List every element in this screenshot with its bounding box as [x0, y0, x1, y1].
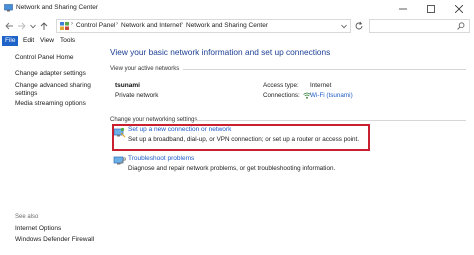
connections-link[interactable]: Wi-Fi (tsunami)	[310, 92, 353, 99]
access-type-label: Access type:	[263, 82, 299, 89]
see-also-heading: See also	[15, 214, 39, 220]
network-type[interactable]: Private network	[115, 92, 158, 99]
breadcrumb-separator: ›	[71, 21, 73, 27]
active-networks-label: View your active networks	[110, 66, 180, 72]
highlight-box	[112, 124, 370, 151]
sidebar-link-windows-defender-firewall[interactable]: Windows Defender Firewall	[15, 236, 94, 244]
back-button[interactable]	[4, 20, 15, 32]
search-icon	[457, 22, 465, 30]
menu-view[interactable]: View	[37, 36, 57, 46]
troubleshoot-description: Diagnose and repair network problems, or…	[128, 165, 336, 172]
troubleshoot-link[interactable]: Troubleshoot problems	[128, 155, 194, 162]
section-divider	[183, 69, 466, 70]
back-arrow-icon	[5, 22, 13, 30]
recent-locations-button[interactable]	[27, 20, 38, 32]
breadcrumb-separator: ›	[116, 21, 118, 27]
network-center-icon	[4, 4, 13, 12]
title-bar: Network and Sharing Center	[0, 0, 474, 17]
connections-label: Connections:	[263, 92, 300, 99]
minimize-button[interactable]	[389, 0, 417, 17]
menu-file[interactable]: File	[2, 36, 19, 46]
sidebar-link-advanced-sharing-settings[interactable]: settings	[15, 90, 37, 98]
menu-bar: File Edit View Tools	[0, 35, 474, 47]
menu-edit[interactable]: Edit	[20, 36, 37, 46]
chevron-down-icon	[29, 24, 36, 28]
search-input[interactable]	[369, 19, 470, 33]
breadcrumb-separator: ›	[181, 21, 183, 27]
network-name: tsunami	[115, 82, 140, 89]
control-panel-icon	[60, 22, 69, 30]
up-arrow-icon	[40, 21, 47, 30]
maximize-button[interactable]	[417, 0, 445, 17]
forward-button[interactable]	[16, 20, 27, 32]
forward-arrow-icon	[18, 22, 26, 30]
main-content: View your basic network information and …	[106, 47, 474, 255]
section-divider	[195, 120, 466, 121]
access-type-value: Internet	[310, 82, 332, 89]
close-icon	[455, 4, 463, 13]
address-bar: › Control Panel › Network and Internet ›…	[0, 17, 474, 35]
change-settings-label: Change your networking settings	[110, 117, 198, 123]
sidebar-link-change-adapter-settings[interactable]: Change adapter settings	[15, 70, 86, 78]
chevron-down-icon[interactable]	[341, 24, 347, 29]
page-title: View your basic network information and …	[110, 47, 331, 57]
minimize-icon	[399, 8, 407, 9]
sidebar: Control Panel Home Change adapter settin…	[0, 47, 106, 255]
troubleshoot-icon	[113, 156, 126, 165]
refresh-icon[interactable]	[354, 21, 364, 31]
up-button[interactable]	[38, 20, 49, 32]
address-field[interactable]: › Control Panel › Network and Internet ›…	[56, 19, 351, 33]
menu-tools[interactable]: Tools	[57, 36, 78, 46]
breadcrumb-network-internet[interactable]: Network and Internet	[121, 22, 181, 29]
sidebar-link-change-advanced-sharing[interactable]: Change advanced sharing	[15, 82, 91, 90]
sidebar-link-media-streaming-options[interactable]: Media streaming options	[15, 100, 86, 108]
sidebar-link-control-panel-home[interactable]: Control Panel Home	[15, 54, 74, 62]
maximize-icon	[427, 4, 435, 13]
sidebar-link-internet-options[interactable]: Internet Options	[15, 225, 61, 233]
window-title: Network and Sharing Center	[16, 4, 99, 11]
close-button[interactable]	[445, 0, 473, 17]
breadcrumb-network-sharing[interactable]: Network and Sharing Center	[186, 22, 268, 29]
breadcrumb-control-panel[interactable]: Control Panel	[76, 22, 115, 29]
